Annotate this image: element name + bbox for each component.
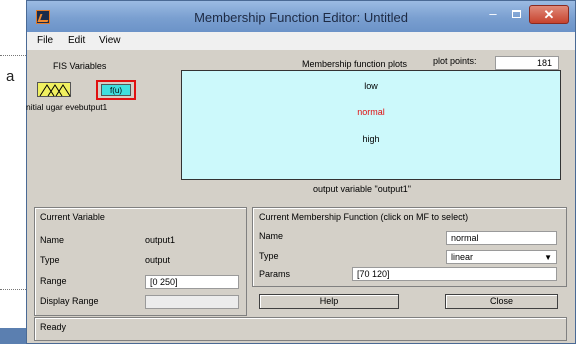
maximize-button[interactable] <box>505 5 527 24</box>
mf-type-label: Type <box>259 251 279 261</box>
title-bar[interactable]: Membership Function Editor: Untitled – ✕ <box>27 1 575 32</box>
membership-function-plot[interactable]: low normal high <box>181 70 561 180</box>
current-mf-heading: Current Membership Function (click on MF… <box>259 212 469 222</box>
input-variable-block[interactable] <box>37 82 71 97</box>
variable-type-value: output <box>145 255 171 265</box>
mf-label-low[interactable]: low <box>182 81 560 91</box>
variable-name-value: output1 <box>145 235 176 245</box>
plot-points-input[interactable]: 181 <box>495 56 559 70</box>
membership-plots-heading: Membership function plots <box>302 59 408 69</box>
selected-variable-highlight: f(u) <box>96 80 136 100</box>
mf-type-select[interactable]: linear ▼ <box>446 250 557 264</box>
background-dotted-line <box>0 55 28 56</box>
membership-function-editor-window: Membership Function Editor: Untitled – ✕… <box>26 0 576 344</box>
menu-file[interactable]: File <box>37 35 53 46</box>
mf-params-label: Params <box>259 269 291 279</box>
display-range-label: Display Range <box>40 296 99 306</box>
mf-label-normal[interactable]: normal <box>182 107 560 117</box>
chevron-down-icon: ▼ <box>544 253 552 262</box>
variable-range-label: Range <box>40 276 67 286</box>
mf-name-label: Name <box>259 231 284 241</box>
minimize-button[interactable]: – <box>482 5 504 24</box>
status-bar <box>34 317 567 341</box>
membership-triangles-icon <box>39 84 71 97</box>
close-button[interactable]: Close <box>445 294 558 309</box>
mf-label-high[interactable]: high <box>182 134 560 144</box>
plot-points-label: plot points: <box>433 56 477 66</box>
fis-variables-caption: nitial ugar evebutput1 <box>26 102 108 112</box>
status-text: Ready <box>40 322 67 332</box>
close-window-button[interactable]: ✕ <box>529 5 569 24</box>
maximize-icon <box>511 10 521 18</box>
mf-name-input[interactable]: normal <box>446 231 557 245</box>
help-button[interactable]: Help <box>259 294 399 309</box>
fis-variables-heading: FIS Variables <box>53 61 107 71</box>
current-variable-heading: Current Variable <box>40 212 105 222</box>
mf-params-input[interactable]: [70 120] <box>352 267 557 281</box>
output-variable-caption: output variable "output1" <box>313 184 411 194</box>
display-range-input[interactable] <box>145 295 239 309</box>
output-variable-block[interactable]: f(u) <box>101 84 131 96</box>
background-text-fragment: a <box>6 68 15 85</box>
menu-bar: File Edit View <box>27 32 575 50</box>
variable-range-input[interactable]: [0 250] <box>145 275 239 289</box>
variable-type-label: Type <box>40 255 60 265</box>
mf-type-value: linear <box>451 252 474 262</box>
background-dotted-line <box>0 289 28 290</box>
variable-name-label: Name <box>40 235 65 245</box>
background-panel-fragment <box>0 328 26 344</box>
menu-view[interactable]: View <box>99 35 121 46</box>
menu-edit[interactable]: Edit <box>68 35 85 46</box>
